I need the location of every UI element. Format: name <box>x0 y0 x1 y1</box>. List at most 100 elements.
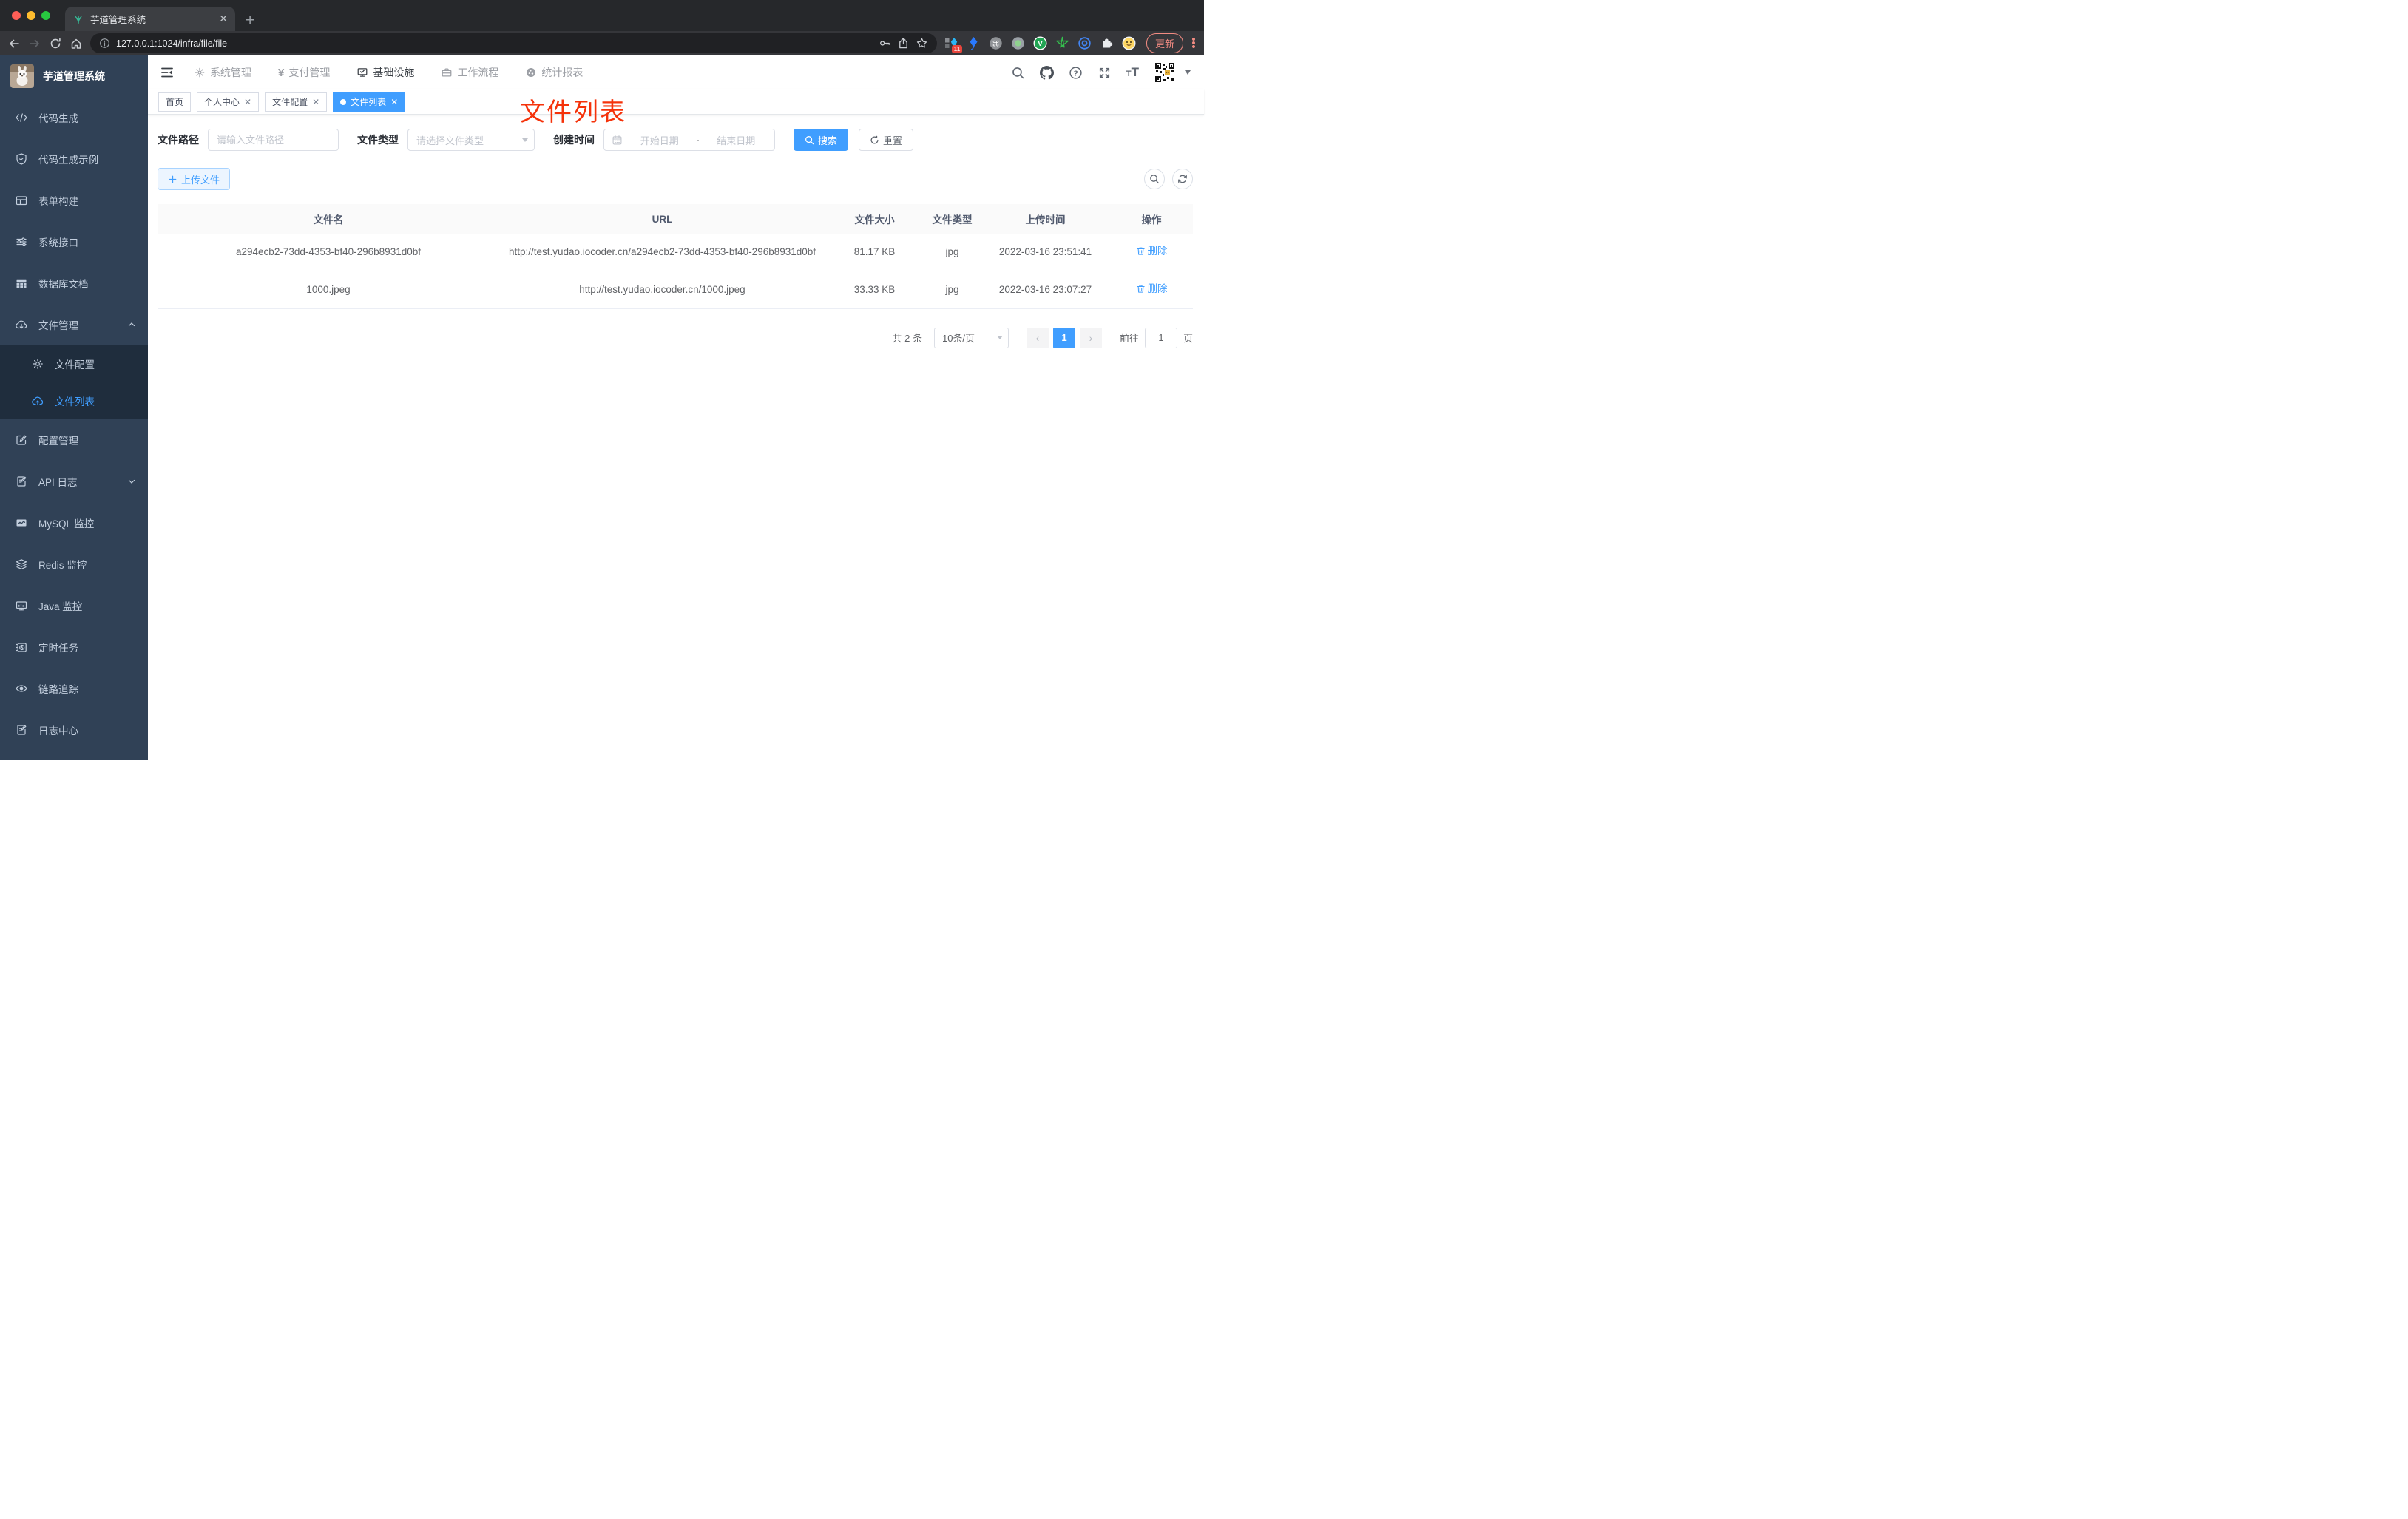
menu-fold-icon[interactable] <box>160 65 175 80</box>
extension-icon[interactable]: 11 <box>944 36 962 53</box>
goto-page-input[interactable] <box>1144 327 1177 348</box>
sidebar-item-redis-monitor[interactable]: Redis 监控 <box>0 544 148 585</box>
sidebar-item-trace[interactable]: 链路追踪 <box>0 668 148 709</box>
nav-system-management[interactable]: 系统管理 <box>194 65 251 80</box>
browser-toolbar: 127.0.0.1:1024/infra/file/file 11 ⌘ V 更新… <box>0 31 1204 55</box>
sidebar-item-file-list[interactable]: 文件列表 <box>0 382 148 419</box>
sidebar-item-api-log[interactable]: API 日志 <box>0 461 148 502</box>
sidebar-item-java-monitor[interactable]: Java 监控 <box>0 585 148 626</box>
refresh-table-button[interactable] <box>1172 169 1193 189</box>
help-icon[interactable]: ? <box>1069 66 1083 80</box>
sidebar-item-file-config[interactable]: 文件配置 <box>0 345 148 382</box>
browser-tab[interactable]: 芋道管理系统 ✕ <box>65 7 235 31</box>
tag-label: 文件配置 <box>272 97 308 107</box>
search-button[interactable]: 搜索 <box>794 129 849 151</box>
profile-avatar-icon[interactable] <box>1122 36 1136 50</box>
file-type-select[interactable]: 请选择文件类型 <box>407 129 535 151</box>
tag-profile[interactable]: 个人中心 ✕ <box>197 92 260 112</box>
search-icon[interactable] <box>1011 66 1025 80</box>
minimize-window-button[interactable] <box>27 11 35 20</box>
file-path-input[interactable] <box>208 129 339 151</box>
start-date-placeholder[interactable]: 开始日期 <box>629 133 691 147</box>
sidebar-item-system-api[interactable]: 系统接口 <box>0 221 148 263</box>
puzzle-extensions-icon[interactable] <box>1100 36 1114 50</box>
sidebar-item-config-management[interactable]: 配置管理 <box>0 419 148 461</box>
github-icon[interactable] <box>1039 65 1054 80</box>
search-form: 文件路径 文件类型 请选择文件类型 创建时间 开始日期 - 结束日期 <box>158 129 1193 151</box>
extension-icon[interactable]: ⌘ <box>989 36 1003 50</box>
new-tab-button[interactable]: + <box>246 13 254 28</box>
sidebar-item-db-doc[interactable]: 数据库文档 <box>0 263 148 304</box>
extensions-area: 11 ⌘ V <box>944 36 1136 53</box>
window-controls[interactable] <box>12 11 50 20</box>
user-avatar-qr[interactable] <box>1154 61 1176 84</box>
select-placeholder: 请选择文件类型 <box>416 135 484 146</box>
cloud-upload-icon <box>31 394 44 407</box>
home-icon[interactable] <box>70 37 83 50</box>
sidebar-item-code-generation[interactable]: 代码生成 <box>0 97 148 138</box>
sidebar-item-label: Java 监控 <box>38 601 83 612</box>
tag-label: 首页 <box>166 97 184 107</box>
nav-workflow[interactable]: 工作流程 <box>441 65 498 80</box>
site-info-icon[interactable] <box>99 38 110 49</box>
extension-icon[interactable] <box>1055 36 1069 50</box>
reset-button[interactable]: 重置 <box>859 129 914 151</box>
sidebar-item-mysql-monitor[interactable]: MySQL 监控 <box>0 502 148 544</box>
page-number-active[interactable]: 1 <box>1052 327 1075 348</box>
column-header: 文件大小 <box>825 204 924 234</box>
end-date-placeholder[interactable]: 结束日期 <box>706 133 768 147</box>
favicon-plant-icon <box>72 13 84 25</box>
tab-title: 芋道管理系统 <box>90 15 146 25</box>
extension-icon[interactable] <box>967 36 981 50</box>
nav-payment-management[interactable]: ¥ 支付管理 <box>278 65 330 80</box>
upload-file-button[interactable]: 上传文件 <box>158 168 231 190</box>
red-annotation-text: 文件列表 <box>520 98 626 126</box>
sidebar-item-label: 定时任务 <box>38 643 78 654</box>
search-icon <box>1150 175 1160 184</box>
extension-icon[interactable]: V <box>1033 36 1047 50</box>
sidebar-item-form-builder[interactable]: 表单构建 <box>0 180 148 221</box>
show-search-button[interactable] <box>1144 169 1165 189</box>
tag-home[interactable]: 首页 <box>158 92 192 112</box>
address-bar[interactable]: 127.0.0.1:1024/infra/file/file <box>90 33 937 53</box>
share-icon[interactable] <box>897 37 910 50</box>
extension-icon[interactable] <box>1011 36 1025 50</box>
url-text[interactable]: 127.0.0.1:1024/infra/file/file <box>116 38 873 49</box>
browser-menu-icon[interactable]: • • • <box>1191 34 1197 53</box>
fullscreen-icon[interactable] <box>1098 66 1112 80</box>
tab-close-icon[interactable]: ✕ <box>219 13 228 25</box>
text-size-icon[interactable]: TT <box>1126 66 1139 79</box>
sidebar-item-label: 文件列表 <box>55 396 95 407</box>
nav-infrastructure[interactable]: 基础设施 <box>356 65 414 80</box>
tag-file-list[interactable]: 文件列表 ✕ <box>333 92 406 112</box>
extension-icon[interactable] <box>1078 36 1092 50</box>
next-page-button[interactable]: › <box>1079 327 1102 348</box>
close-icon[interactable]: ✕ <box>312 97 319 107</box>
sidebar-item-log-center[interactable]: 日志中心 <box>0 709 148 751</box>
nav-statistics[interactable]: 统计报表 <box>525 65 583 80</box>
svg-text:?: ? <box>1073 70 1078 78</box>
back-icon[interactable] <box>7 37 21 50</box>
close-icon[interactable]: ✕ <box>390 97 398 107</box>
table-row: a294ecb2-73dd-4353-bf40-296b8931d0bf htt… <box>158 234 1193 271</box>
date-range-picker[interactable]: 开始日期 - 结束日期 <box>603 129 775 151</box>
sidebar-item-label: 链路追踪 <box>38 684 78 695</box>
prev-page-button[interactable]: ‹ <box>1026 327 1049 348</box>
sidebar-item-code-gen-example[interactable]: 代码生成示例 <box>0 138 148 180</box>
delete-button[interactable]: 删除 <box>1136 281 1168 297</box>
sidebar-item-file-management[interactable]: 文件管理 <box>0 304 148 345</box>
reload-icon[interactable] <box>49 37 62 50</box>
bookmark-star-icon[interactable] <box>916 37 928 50</box>
sidebar-item-scheduled-tasks[interactable]: 定时任务 <box>0 626 148 668</box>
close-icon[interactable]: ✕ <box>244 97 251 107</box>
zoom-window-button[interactable] <box>41 11 50 20</box>
close-window-button[interactable] <box>12 11 21 20</box>
tag-file-config[interactable]: 文件配置 ✕ <box>265 92 328 112</box>
browser-update-button[interactable]: 更新 <box>1146 33 1183 53</box>
password-key-icon[interactable] <box>879 37 891 50</box>
forward-icon[interactable] <box>28 37 41 50</box>
page-size-select[interactable]: 10条/页 <box>933 327 1009 348</box>
delete-button[interactable]: 删除 <box>1136 243 1168 260</box>
avatar-dropdown-caret[interactable] <box>1185 70 1191 75</box>
cell-file-url: http://test.yudao.iocoder.cn/1000.jpeg <box>499 271 825 309</box>
